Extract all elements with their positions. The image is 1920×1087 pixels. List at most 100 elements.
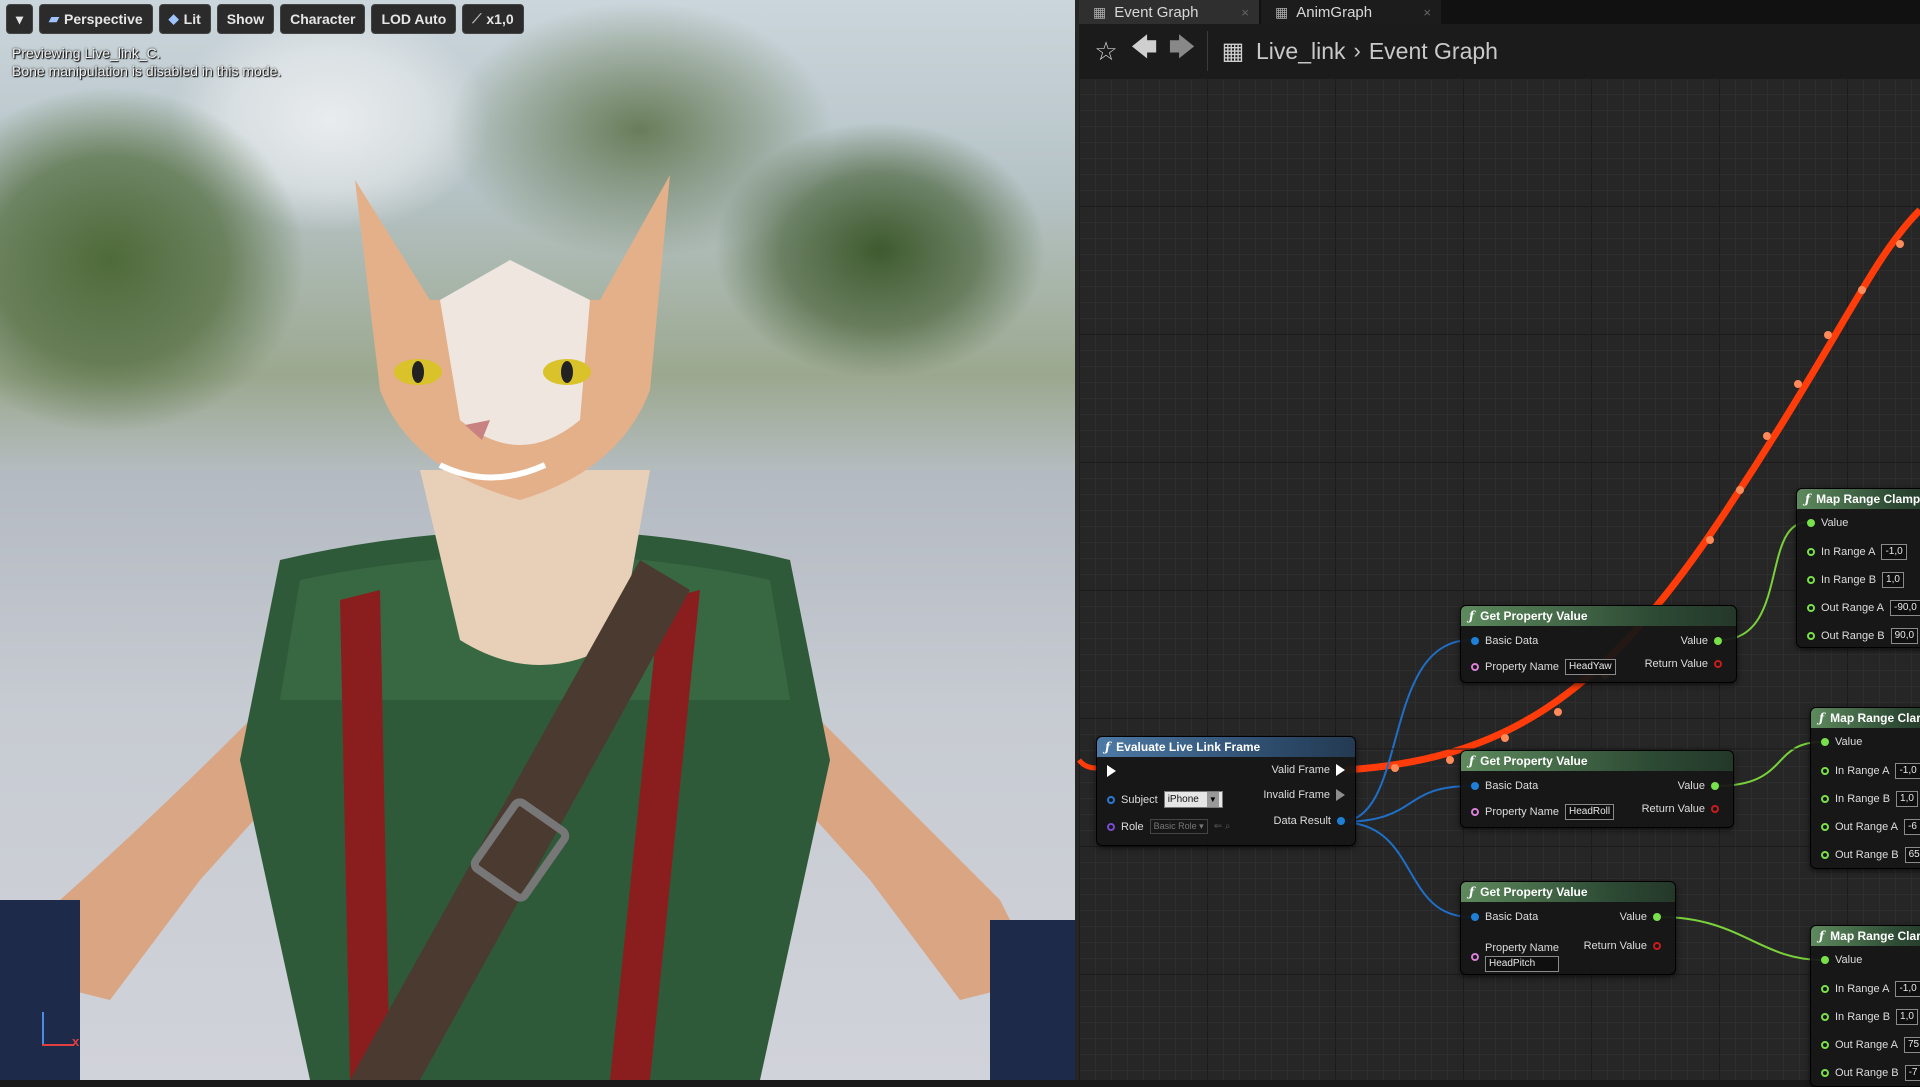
lit-button[interactable]: ◆ Lit — [158, 4, 211, 34]
role-dropdown[interactable]: Basic Role ▾ — [1149, 819, 1208, 834]
in-range-b-pin[interactable]: In Range B 1,0 — [1807, 572, 1904, 588]
subject-pin[interactable]: Subject iPhone ▼ — [1107, 791, 1223, 808]
pin-icon — [1821, 956, 1829, 964]
viewport-options-button[interactable]: ▾ — [6, 4, 34, 34]
value-pin[interactable]: Value — [1681, 635, 1722, 647]
subject-dropdown[interactable]: iPhone ▼ — [1163, 791, 1223, 808]
get-property-value-node-pitch[interactable]: ƒ Get Property Value Basic Data Value Pro… — [1460, 881, 1676, 975]
node-header[interactable]: ƒ Map Range Clar — [1811, 926, 1920, 946]
lod-button[interactable]: LOD Auto — [371, 4, 457, 34]
return-value-pin[interactable]: Return Value — [1584, 940, 1661, 952]
pin-label: Value — [1821, 517, 1849, 529]
in-range-a-pin[interactable]: In Range A -1,0 — [1821, 981, 1920, 997]
out-range-a-field[interactable]: 75 — [1904, 1037, 1920, 1053]
basic-data-pin[interactable]: Basic Data — [1471, 780, 1538, 792]
close-icon[interactable]: × — [1423, 5, 1431, 20]
exec-pin-icon — [1336, 789, 1345, 801]
tab-event-graph[interactable]: ▦ Event Graph × — [1079, 0, 1259, 24]
value-pin[interactable]: Value — [1807, 517, 1848, 529]
in-range-b-pin[interactable]: In Range B 1,0 — [1821, 1009, 1918, 1025]
node-header[interactable]: ƒ Get Property Value — [1461, 606, 1736, 626]
character-button[interactable]: Character — [280, 4, 366, 34]
reset-arrow-icon[interactable]: ⇐ ⌕ — [1214, 821, 1231, 832]
in-range-b-field[interactable]: 1,0 — [1882, 572, 1904, 588]
tab-label: AnimGraph — [1296, 3, 1373, 21]
close-icon[interactable]: × — [1241, 5, 1249, 20]
back-arrow-icon[interactable]: 🡄 — [1129, 29, 1159, 73]
node-header[interactable]: ƒ Evaluate Live Link Frame — [1097, 737, 1355, 757]
property-name-pin[interactable]: Property Name HeadPitch — [1471, 942, 1559, 972]
property-name-pin[interactable]: Property Name HeadYaw — [1471, 659, 1616, 675]
map-range-clamp-node-3[interactable]: ƒ Map Range Clar Value In Range A -1,0 In … — [1810, 925, 1920, 1087]
out-range-b-pin[interactable]: Out Range B -7 — [1821, 1065, 1920, 1081]
perspective-button[interactable]: ▰ Perspective — [39, 4, 153, 34]
node-header[interactable]: ƒ Map Range Clamp — [1797, 489, 1920, 509]
x-axis-line — [42, 1044, 74, 1046]
value-pin[interactable]: Value — [1821, 954, 1862, 966]
camera-icon: ▰ — [49, 11, 60, 26]
in-range-b-pin[interactable]: In Range B 1,0 — [1821, 791, 1918, 807]
node-header[interactable]: ƒ Map Range Clar — [1811, 708, 1920, 728]
exec-input-pin[interactable] — [1107, 765, 1116, 777]
property-name-field[interactable]: HeadPitch — [1485, 956, 1559, 972]
preview-viewport[interactable]: ▾ ▰ Perspective ◆ Lit Show Character LOD A… — [0, 0, 1075, 1080]
playback-speed-button[interactable]: ⟋ x1,0 — [462, 4, 524, 34]
pin-label: Property Name — [1485, 661, 1559, 673]
pin-label: Invalid Frame — [1263, 789, 1330, 801]
tab-anim-graph[interactable]: ▦ AnimGraph × — [1261, 0, 1441, 24]
return-value-pin[interactable]: Return Value — [1642, 803, 1719, 815]
property-name-field[interactable]: HeadYaw — [1564, 659, 1616, 675]
basic-data-pin[interactable]: Basic Data — [1471, 635, 1538, 647]
in-range-a-pin[interactable]: In Range A -1,0 — [1821, 763, 1920, 779]
get-property-value-node-yaw[interactable]: ƒ Get Property Value Basic Data Value Pro… — [1460, 605, 1737, 683]
out-range-a-pin[interactable]: Out Range A 75 — [1821, 1037, 1920, 1053]
breadcrumb-root[interactable]: Live_link — [1256, 38, 1346, 65]
y-axis-line — [42, 1012, 44, 1046]
out-range-b-field[interactable]: 90,0 — [1890, 628, 1919, 644]
out-range-a-field[interactable]: -90,0 — [1890, 600, 1920, 616]
property-name-field[interactable]: HeadRoll — [1564, 804, 1615, 820]
valid-frame-pin[interactable]: Valid Frame — [1272, 764, 1345, 776]
out-range-a-field[interactable]: -6 — [1904, 819, 1920, 835]
in-range-b-field[interactable]: 1,0 — [1896, 1009, 1918, 1025]
function-icon: ƒ — [1105, 740, 1111, 754]
value-pin[interactable]: Value — [1620, 911, 1661, 923]
node-header[interactable]: ƒ Get Property Value — [1461, 751, 1733, 771]
invalid-frame-pin[interactable]: Invalid Frame — [1263, 789, 1345, 801]
data-result-pin[interactable]: Data Result — [1274, 815, 1345, 827]
forward-arrow-icon[interactable]: 🡆 — [1167, 29, 1197, 73]
value-pin[interactable]: Value — [1678, 780, 1719, 792]
graph-icon: ▦ — [1221, 37, 1245, 65]
in-range-a-field[interactable]: -1,0 — [1895, 763, 1920, 779]
in-range-a-pin[interactable]: In Range A -1,0 — [1807, 544, 1907, 560]
map-range-clamp-node-1[interactable]: ƒ Map Range Clamp Value In Range A -1,0 In… — [1796, 488, 1920, 648]
return-value-pin[interactable]: Return Value — [1645, 658, 1722, 670]
out-range-b-pin[interactable]: Out Range B 65 — [1821, 847, 1920, 863]
out-range-b-field[interactable]: 65 — [1904, 847, 1920, 863]
function-icon: ƒ — [1805, 492, 1811, 506]
evaluate-live-link-frame-node[interactable]: ƒ Evaluate Live Link Frame Valid Frame In… — [1096, 736, 1356, 846]
map-range-clamp-node-2[interactable]: ƒ Map Range Clar Value In Range A -1,0 In … — [1810, 707, 1920, 869]
pin-label: In Range A — [1835, 765, 1890, 777]
pin-label: Return Value — [1583, 940, 1647, 952]
node-title: Map Range Clar — [1830, 929, 1920, 943]
pin-icon — [1821, 851, 1829, 859]
star-icon[interactable]: ☆ — [1091, 36, 1121, 67]
out-range-b-pin[interactable]: Out Range B 90,0 — [1807, 628, 1919, 644]
node-header[interactable]: ƒ Get Property Value — [1461, 882, 1675, 902]
property-name-pin[interactable]: Property Name HeadRoll — [1471, 804, 1615, 820]
show-button[interactable]: Show — [216, 4, 275, 34]
out-range-a-pin[interactable]: Out Range A -90,0 — [1807, 600, 1920, 616]
get-property-value-node-roll[interactable]: ƒ Get Property Value Basic Data Value Pro… — [1460, 750, 1734, 828]
show-label: Show — [226, 11, 265, 27]
in-range-b-field[interactable]: 1,0 — [1896, 791, 1918, 807]
in-range-a-field[interactable]: -1,0 — [1895, 981, 1920, 997]
function-icon: ƒ — [1469, 754, 1475, 768]
basic-data-pin[interactable]: Basic Data — [1471, 911, 1538, 923]
pin-icon — [1107, 795, 1115, 804]
value-pin[interactable]: Value — [1821, 736, 1862, 748]
out-range-b-field[interactable]: -7 — [1904, 1065, 1920, 1081]
out-range-a-pin[interactable]: Out Range A -6 — [1821, 819, 1920, 835]
role-pin[interactable]: Role Basic Role ▾ ⇐ ⌕ — [1107, 819, 1230, 834]
in-range-a-field[interactable]: -1,0 — [1881, 544, 1907, 560]
